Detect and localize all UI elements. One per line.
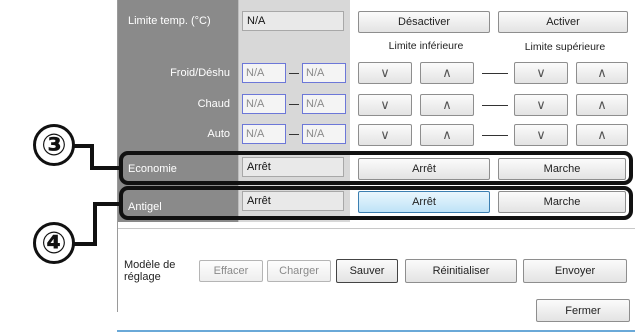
temp-limit-label: Limite temp. (°C) — [128, 15, 211, 27]
load-button[interactable]: Charger — [267, 260, 331, 282]
clear-button[interactable]: Effacer — [199, 260, 263, 282]
send-button[interactable]: Envoyer — [523, 259, 627, 283]
heat-lower-down-button[interactable]: ∨ — [358, 94, 412, 116]
callout-4-leader-vertical — [93, 202, 97, 246]
heat-lower-up-button[interactable]: ∧ — [420, 94, 474, 116]
antigel-highlight-box — [119, 186, 633, 220]
callout-4-leader-horizontal — [74, 242, 97, 246]
close-button[interactable]: Fermer — [536, 299, 630, 322]
cool-dry-range-line — [482, 73, 508, 74]
save-button[interactable]: Sauver — [336, 259, 398, 283]
heat-range-line — [482, 105, 508, 106]
callout-4-icon: ④ — [33, 222, 75, 264]
section-divider — [118, 228, 635, 229]
preset-label-line1: Modèle de — [124, 259, 176, 271]
auto-high-field[interactable]: N/A — [302, 124, 346, 144]
auto-dash — [289, 134, 299, 135]
preset-label: Modèle de réglage — [124, 259, 175, 283]
economie-highlight-box — [119, 151, 633, 185]
auto-range-line — [482, 135, 508, 136]
mode-label-cool-dry: Froid/Déshu — [170, 67, 230, 79]
auto-low-field[interactable]: N/A — [242, 124, 286, 144]
disable-button[interactable]: Désactiver — [358, 11, 490, 33]
heat-upper-up-button[interactable]: ∧ — [576, 94, 628, 116]
lower-limit-header: Limite inférieure — [388, 40, 464, 52]
temp-limit-value: N/A — [242, 11, 344, 31]
cool-dry-low-field[interactable]: N/A — [242, 63, 286, 83]
auto-lower-up-button[interactable]: ∧ — [420, 124, 474, 146]
preset-label-line2: réglage — [124, 271, 161, 283]
heat-dash — [289, 104, 299, 105]
mode-label-auto: Auto — [207, 128, 230, 140]
upper-limit-header: Limite supérieure — [524, 41, 606, 53]
heat-low-field[interactable]: N/A — [242, 94, 286, 114]
auto-upper-up-button[interactable]: ∧ — [576, 124, 628, 146]
enable-button[interactable]: Activer — [498, 11, 628, 33]
reset-button[interactable]: Réinitialiser — [405, 259, 517, 283]
cool-dry-upper-down-button[interactable]: ∨ — [514, 62, 568, 84]
heat-upper-down-button[interactable]: ∨ — [514, 94, 568, 116]
cool-dry-lower-down-button[interactable]: ∨ — [358, 62, 412, 84]
callout-3-icon: ③ — [33, 124, 75, 166]
cool-dry-upper-up-button[interactable]: ∧ — [576, 62, 628, 84]
cool-dry-high-field[interactable]: N/A — [302, 63, 346, 83]
auto-lower-down-button[interactable]: ∨ — [358, 124, 412, 146]
auto-upper-down-button[interactable]: ∨ — [514, 124, 568, 146]
heat-high-field[interactable]: N/A — [302, 94, 346, 114]
cool-dry-lower-up-button[interactable]: ∧ — [420, 62, 474, 84]
callout-3-leader-tail — [90, 166, 122, 170]
cool-dry-dash — [289, 73, 299, 74]
callout-4-leader-top — [93, 202, 121, 206]
panel-bottom-border — [117, 330, 635, 332]
mode-label-heat: Chaud — [197, 98, 230, 110]
